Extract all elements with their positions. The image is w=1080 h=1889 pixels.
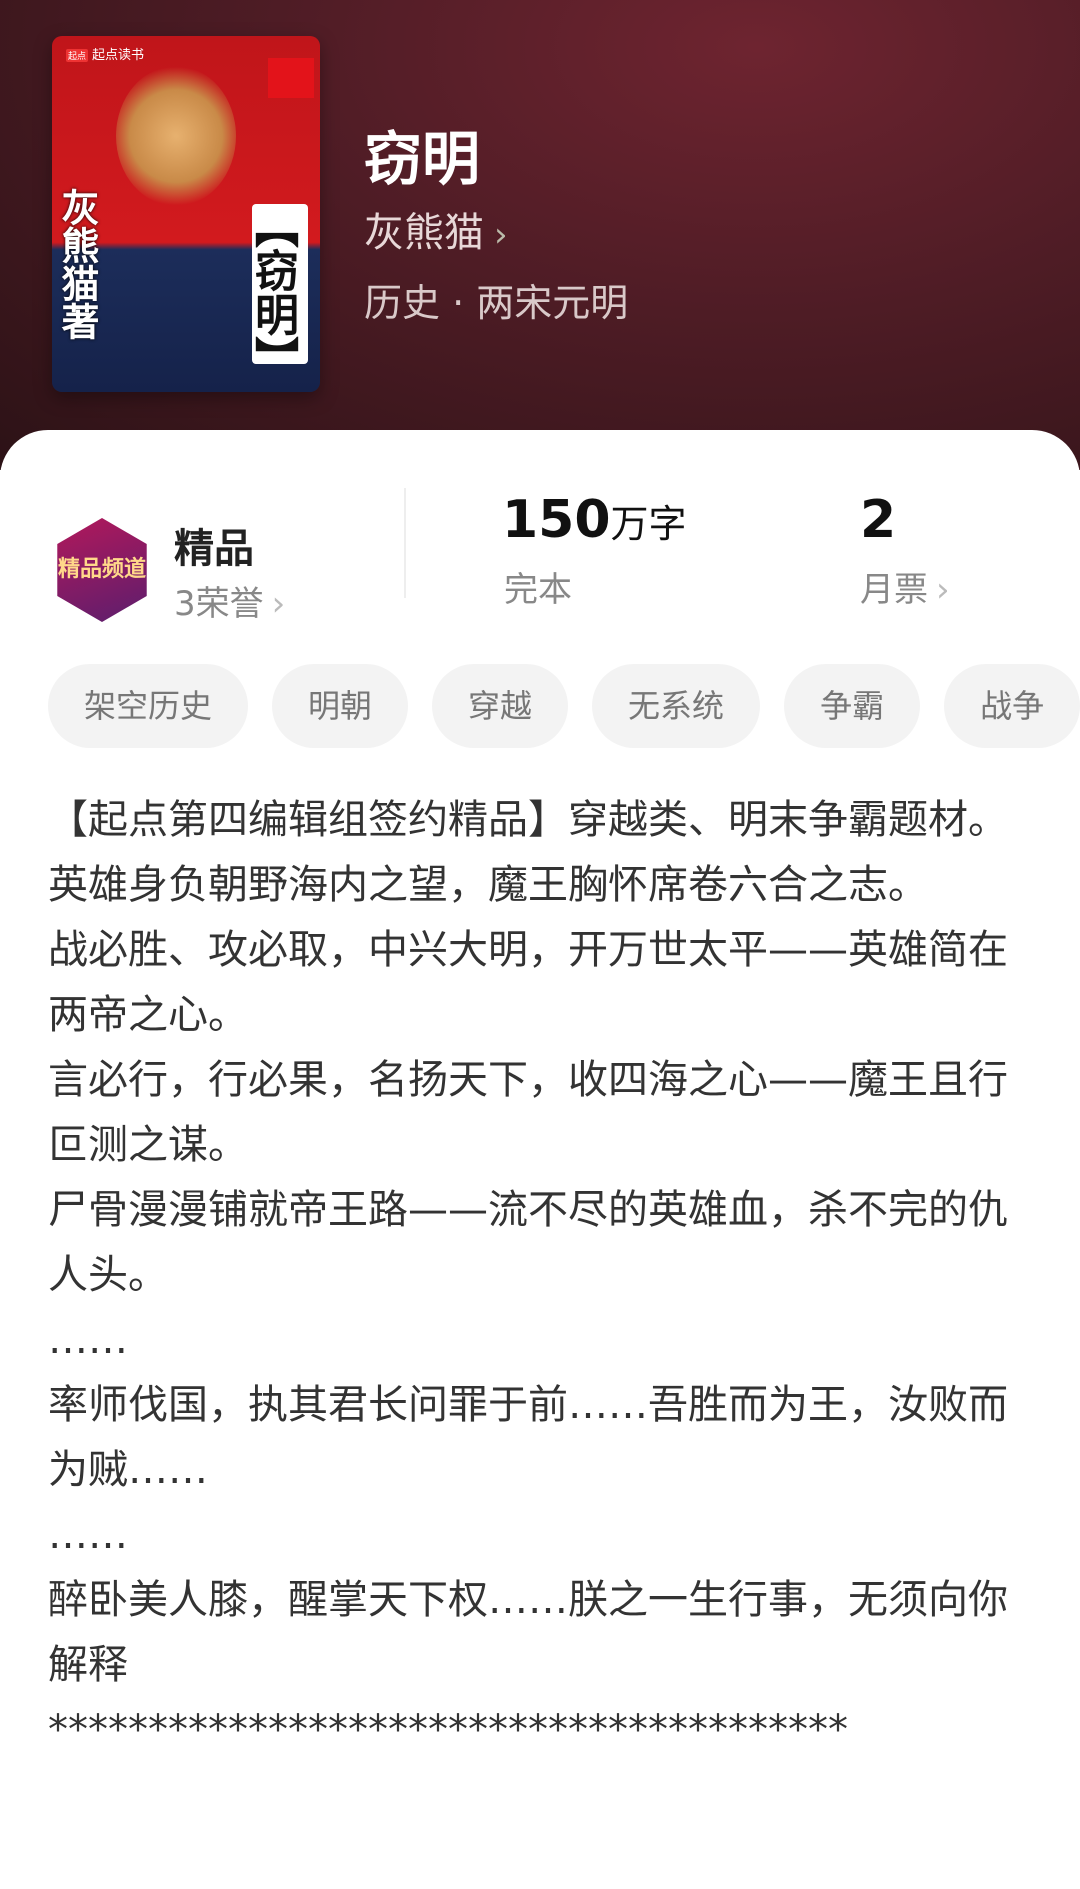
chevron-right-icon: › xyxy=(936,570,950,610)
tag[interactable]: 战争 xyxy=(944,664,1080,748)
tag[interactable]: 穿越 xyxy=(432,664,569,748)
book-category: 历史 · 两宋元明 xyxy=(364,281,629,325)
completion-status: 完本 xyxy=(504,570,572,610)
book-info-panel: 精品频道 精品 3荣誉 › 150万字 完本 2 月票 › 架空历史 明朝 穿越 无系统争… xyxy=(0,430,1080,1889)
honor-count[interactable]: 3荣誉 › xyxy=(174,576,285,625)
author-name: 灰熊猫 xyxy=(364,210,484,256)
cover-seal xyxy=(268,58,314,98)
cover-publisher: 起点 起点读书 xyxy=(66,48,145,63)
cover-author-text: 灰熊猫著 xyxy=(55,188,99,340)
monthly-votes-count[interactable]: 2 xyxy=(860,490,896,550)
monthly-votes-link[interactable]: 月票 › xyxy=(860,562,950,611)
book-cover[interactable]: 起点 起点读书 灰熊猫著 【窃明】 xyxy=(52,36,320,392)
author-link[interactable]: 灰熊猫 › xyxy=(364,200,508,258)
chevron-right-icon: › xyxy=(271,584,286,624)
tag[interactable]: 架空历史 xyxy=(48,664,249,748)
book-description: 【起点第四编辑组签约精品】穿越类、明末争霸题材。 英雄身负朝野海内之望，魔王胸怀… xyxy=(48,797,1008,1753)
cover-title-text: 【窃明】 xyxy=(247,204,308,380)
publisher-badge: 起点 xyxy=(66,49,89,62)
tag-list: 架空历史 明朝 穿越 无系统 争霸 战争 xyxy=(48,664,1080,748)
word-count: 150万字 xyxy=(502,490,687,550)
book-title: 窃明 xyxy=(364,125,481,193)
book-header: 起点 起点读书 灰熊猫著 【窃明】 窃明 灰熊猫 › 历史 · 两宋元明 xyxy=(0,0,1080,470)
honor-title[interactable]: 精品 xyxy=(174,516,254,574)
honor-badge-icon[interactable]: 精品频道 xyxy=(57,518,147,622)
tag[interactable]: 明朝 xyxy=(272,664,409,748)
chevron-right-icon: › xyxy=(494,215,508,255)
cover-dragon-art xyxy=(116,66,236,206)
tag[interactable]: 争霸 xyxy=(784,664,921,748)
tag[interactable]: 无系统 xyxy=(592,664,761,748)
stats-divider xyxy=(404,488,406,598)
